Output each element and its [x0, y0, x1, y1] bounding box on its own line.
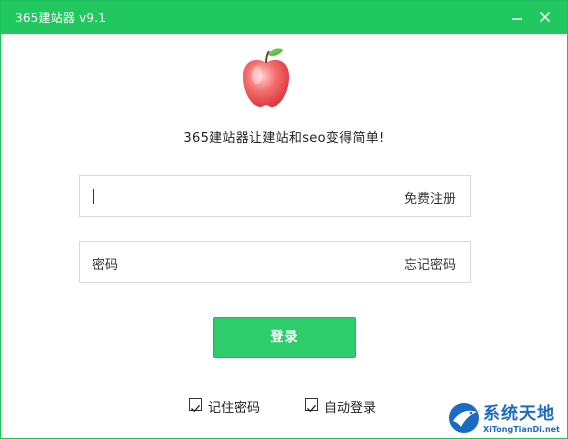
- close-button[interactable]: [533, 5, 557, 29]
- minimize-button[interactable]: [505, 5, 529, 29]
- window-title: 365建站器 v9.1: [15, 11, 107, 25]
- login-window: 365建站器 v9.1 365建站器让建站和seo变得简单! 免费注册 密码 忘…: [0, 0, 568, 439]
- register-link[interactable]: 免费注册: [404, 188, 456, 207]
- slogan-text: 365建站器让建站和seo变得简单!: [183, 131, 385, 146]
- watermark-subtitle: XiTongTianDi.net: [483, 425, 560, 434]
- remember-password-label: 记住密码: [208, 401, 261, 416]
- watermark-title: 系统天地: [483, 404, 555, 424]
- forgot-password-link[interactable]: 忘记密码: [404, 254, 456, 273]
- title-bar[interactable]: 365建站器 v9.1: [1, 1, 567, 34]
- checkmark-icon: [307, 404, 316, 413]
- close-icon: [539, 11, 551, 23]
- checkbox-box[interactable]: [305, 398, 318, 413]
- checkmark-icon: [191, 404, 200, 413]
- username-input[interactable]: [90, 176, 380, 216]
- bird-logo-icon: [449, 403, 479, 433]
- username-field[interactable]: 免费注册: [79, 175, 471, 217]
- login-button[interactable]: 登录: [213, 317, 356, 358]
- watermark: 系统天地 XiTongTianDi.net: [447, 399, 567, 439]
- auto-login-label: 自动登录: [324, 401, 377, 416]
- apple-logo-icon: [242, 48, 290, 107]
- checkbox-box[interactable]: [189, 398, 202, 413]
- password-label: 密码: [92, 258, 119, 273]
- text-caret: [93, 189, 94, 204]
- password-field[interactable]: 密码 忘记密码: [79, 241, 471, 283]
- minimize-icon: [512, 18, 522, 20]
